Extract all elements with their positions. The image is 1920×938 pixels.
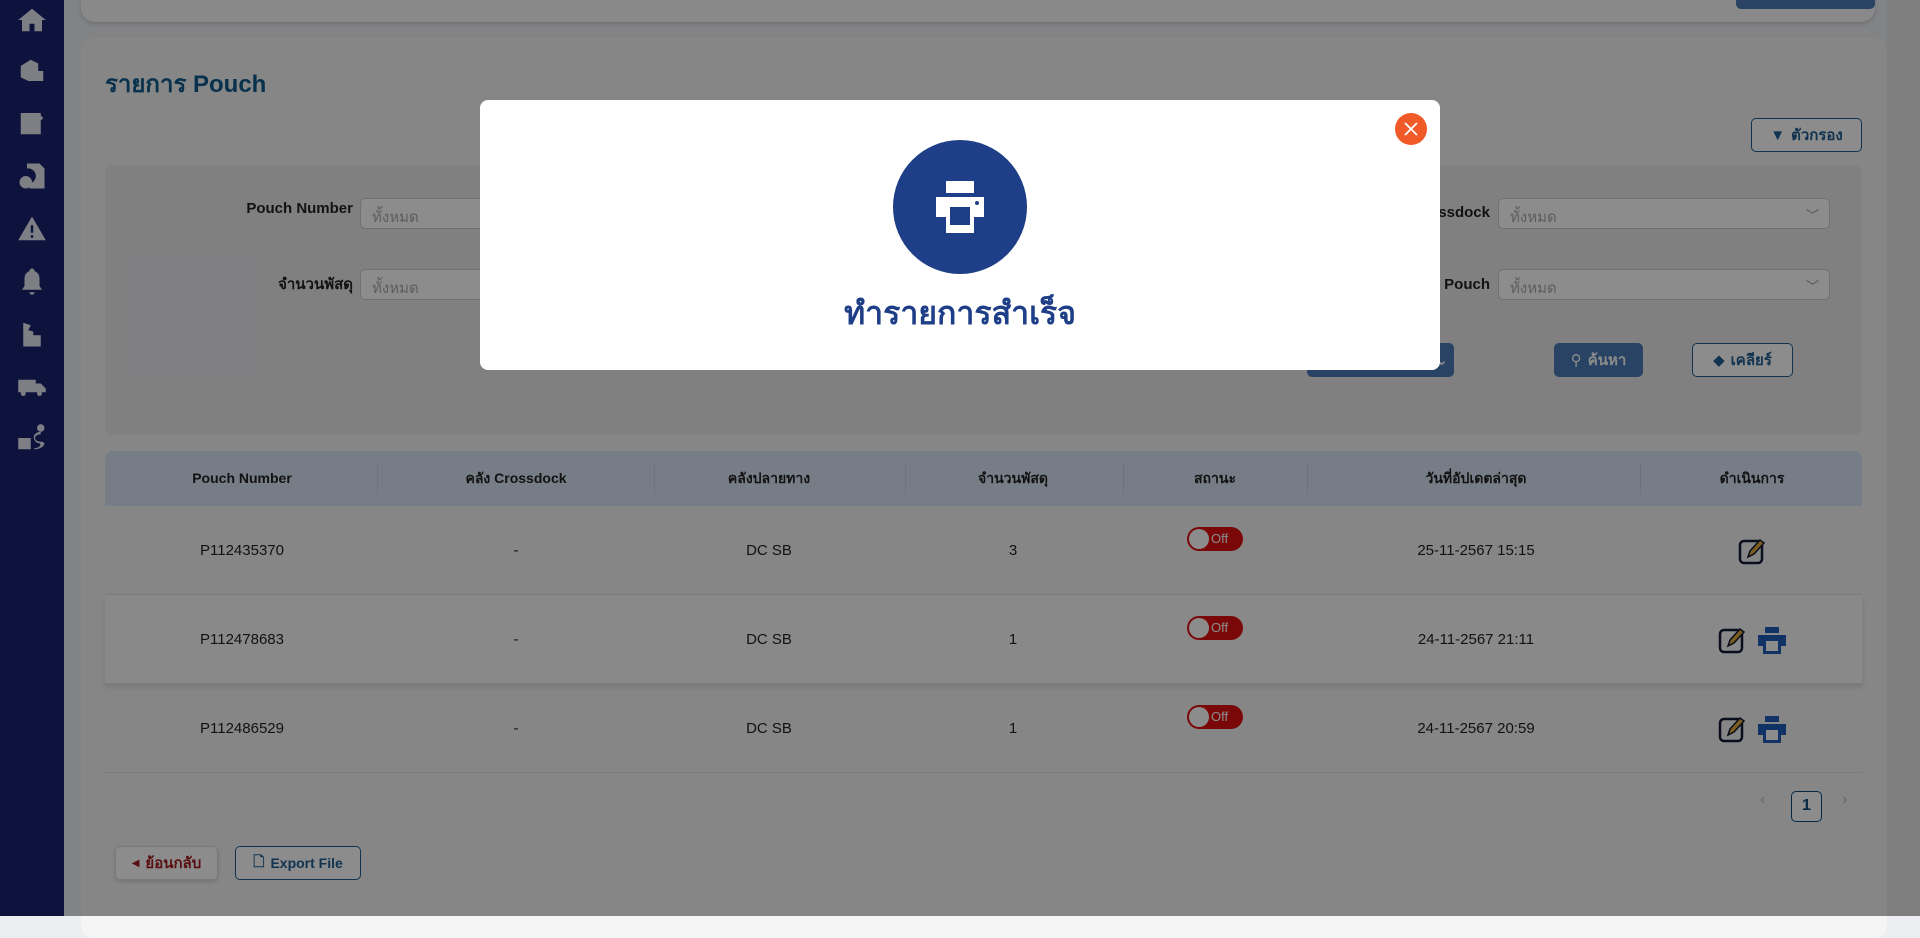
success-message: ทำรายการสำเร็จ [844,295,1076,331]
close-icon [1404,122,1418,136]
close-modal-button[interactable] [1395,113,1427,145]
printer-icon [893,140,1027,274]
success-modal: ทำรายการสำเร็จ [480,100,1440,370]
